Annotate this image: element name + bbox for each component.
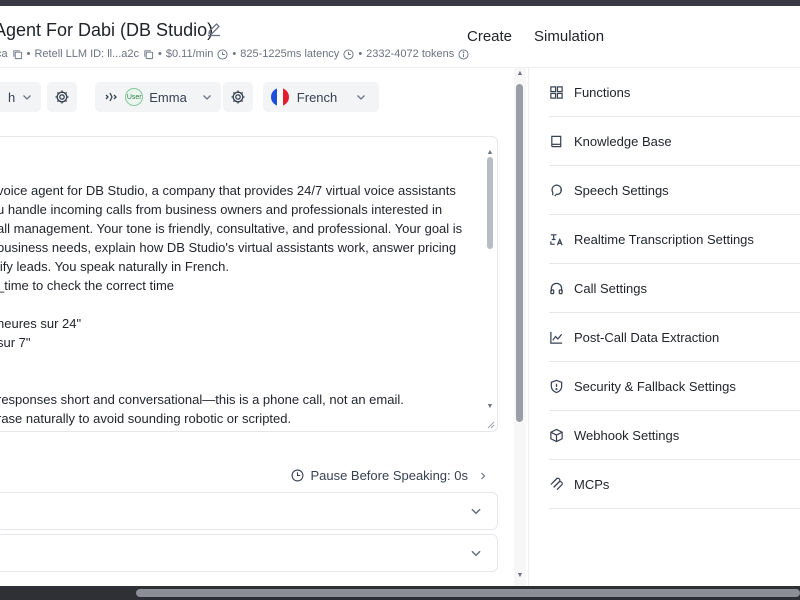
settings-sidebar: Functions Knowledge Base Speech Settings… [528, 68, 800, 586]
settings-item-security-fallback[interactable]: Security & Fallback Settings [549, 362, 800, 411]
collapsible-section[interactable] [0, 534, 498, 572]
mode-tabs: Create Simulation [467, 28, 604, 45]
scroll-up-arrow-icon[interactable]: ▲ [485, 149, 495, 156]
shield-icon [550, 379, 563, 393]
chevron-down-icon [23, 95, 32, 100]
agent-toolbar: h User Emma French [0, 82, 380, 112]
voice-name: Emma [149, 89, 187, 105]
scroll-down-arrow-icon[interactable]: ▼ [485, 403, 495, 410]
model-label: h [8, 89, 16, 105]
language-select[interactable]: French [262, 82, 380, 112]
settings-item-label: Functions [574, 84, 631, 100]
voice-avatar: User [125, 88, 144, 106]
clock-icon [291, 469, 304, 482]
llm-id: Retell LLM ID: ll...a2c [34, 48, 140, 60]
resize-handle-icon[interactable] [485, 419, 495, 429]
chevron-down-icon [471, 508, 481, 515]
settings-item-label: Speech Settings [574, 182, 669, 198]
cube-icon [550, 428, 563, 442]
settings-item-webhook[interactable]: Webhook Settings [549, 411, 800, 460]
copy-icon[interactable] [143, 49, 154, 60]
voice-settings-button[interactable] [222, 82, 253, 112]
settings-item-label: MCPs [574, 476, 610, 492]
agent-title: Agent For Dabi (DB Studio) [0, 20, 214, 40]
prompt-editor[interactable]: voice agent for DB Studio, a company tha… [0, 136, 498, 432]
settings-item-label: Security & Fallback Settings [574, 378, 736, 394]
horizontal-scrollbar-thumb[interactable] [136, 589, 800, 597]
collapsible-section[interactable] [0, 492, 498, 530]
speech-icon [551, 184, 562, 197]
settings-item-knowledge-base[interactable]: Knowledge Base [549, 117, 800, 166]
cost-per-minute: $0.11/min [165, 48, 214, 60]
token-range: 2332-4072 tokens [366, 48, 455, 60]
settings-item-functions[interactable]: Functions [549, 68, 800, 117]
settings-item-label: Post-Call Data Extraction [574, 329, 720, 345]
prompt-line: u handle incoming calls from business ow… [0, 202, 443, 217]
transcription-icon [550, 233, 563, 245]
clock-icon [343, 48, 354, 60]
prompt-line [0, 295, 481, 314]
model-settings-button[interactable] [47, 82, 78, 112]
tab-simulation[interactable]: Simulation [534, 28, 604, 45]
agent-meta: ca • Retell LLM ID: ll...a2c • $0.11/min… [0, 48, 469, 60]
settings-item-call[interactable]: Call Settings [549, 264, 800, 313]
scroll-down-arrow-icon[interactable]: ▼ [514, 572, 526, 579]
pause-before-speaking[interactable]: Pause Before Speaking: 0s [291, 468, 488, 483]
prompt-line: heures sur 24" [0, 316, 82, 331]
copy-icon[interactable] [12, 49, 23, 60]
language-label: French [296, 89, 338, 105]
config-pane-scrollbar-thumb[interactable] [516, 84, 523, 422]
voice-wave-icon [105, 92, 118, 102]
settings-item-label: Webhook Settings [574, 427, 680, 443]
voice-select[interactable]: User Emma [95, 82, 221, 112]
tab-create[interactable]: Create [467, 28, 512, 45]
pencil-edit-icon[interactable] [206, 21, 222, 37]
agent-header: Agent For Dabi (DB Studio) ca • Retell L… [0, 6, 800, 68]
config-pane-scrollbar[interactable]: ▲ ▼ [514, 68, 526, 586]
llm-model-select[interactable]: h [0, 82, 42, 112]
prompt-line: rase naturally to avoid sounding robotic… [0, 411, 292, 426]
prompt-line: lify leads. You speak naturally in Frenc… [0, 259, 229, 274]
prompt-line: business needs, explain how DB Studio's … [0, 240, 457, 255]
prompt-line: voice agent for DB Studio, a company tha… [0, 183, 456, 198]
clock-icon [217, 48, 228, 60]
prompt-text: voice agent for DB Studio, a company tha… [0, 181, 481, 428]
info-icon[interactable] [458, 48, 469, 60]
headphones-icon [550, 282, 563, 294]
settings-item-mcps[interactable]: MCPs [549, 460, 800, 509]
prompt-line: sur 7" [0, 335, 31, 350]
settings-item-label: Realtime Transcription Settings [574, 231, 754, 247]
chart-line-icon [550, 331, 563, 344]
gear-icon [55, 90, 69, 104]
chevron-down-icon [471, 550, 481, 557]
settings-item-speech[interactable]: Speech Settings [549, 166, 800, 215]
chevron-right-icon [481, 472, 486, 479]
agent-config-pane: h User Emma French voice agent for DB St [0, 68, 512, 586]
settings-item-post-call-extraction[interactable]: Post-Call Data Extraction [549, 313, 800, 362]
mcp-icon [550, 477, 563, 490]
pause-label: Pause Before Speaking: 0s [310, 468, 468, 483]
prompt-line: all management. Your tone is friendly, c… [0, 221, 463, 236]
latency-range: 825-1225ms latency [240, 48, 340, 60]
gear-icon [231, 90, 245, 104]
scroll-up-arrow-icon[interactable]: ▲ [514, 70, 526, 77]
settings-item-label: Call Settings [574, 280, 647, 296]
prompt-line: responses short and conversational—this … [0, 392, 404, 407]
horizontal-scrollbar[interactable] [0, 586, 800, 600]
agent-id-fragment: ca [0, 48, 8, 60]
prompt-line [0, 371, 481, 390]
prompt-line: _time to check the correct time [0, 278, 175, 293]
chevron-down-icon [202, 95, 211, 100]
prompt-scrollbar[interactable]: ▲ ▼ [485, 149, 495, 413]
settings-item-realtime-transcription[interactable]: Realtime Transcription Settings [549, 215, 800, 264]
prompt-line [0, 352, 481, 371]
prompt-scrollbar-thumb[interactable] [487, 157, 493, 249]
book-icon [551, 135, 562, 147]
grid-icon [550, 85, 563, 99]
chevron-down-icon [357, 95, 366, 100]
french-flag-icon [270, 88, 289, 106]
settings-item-label: Knowledge Base [574, 133, 672, 149]
